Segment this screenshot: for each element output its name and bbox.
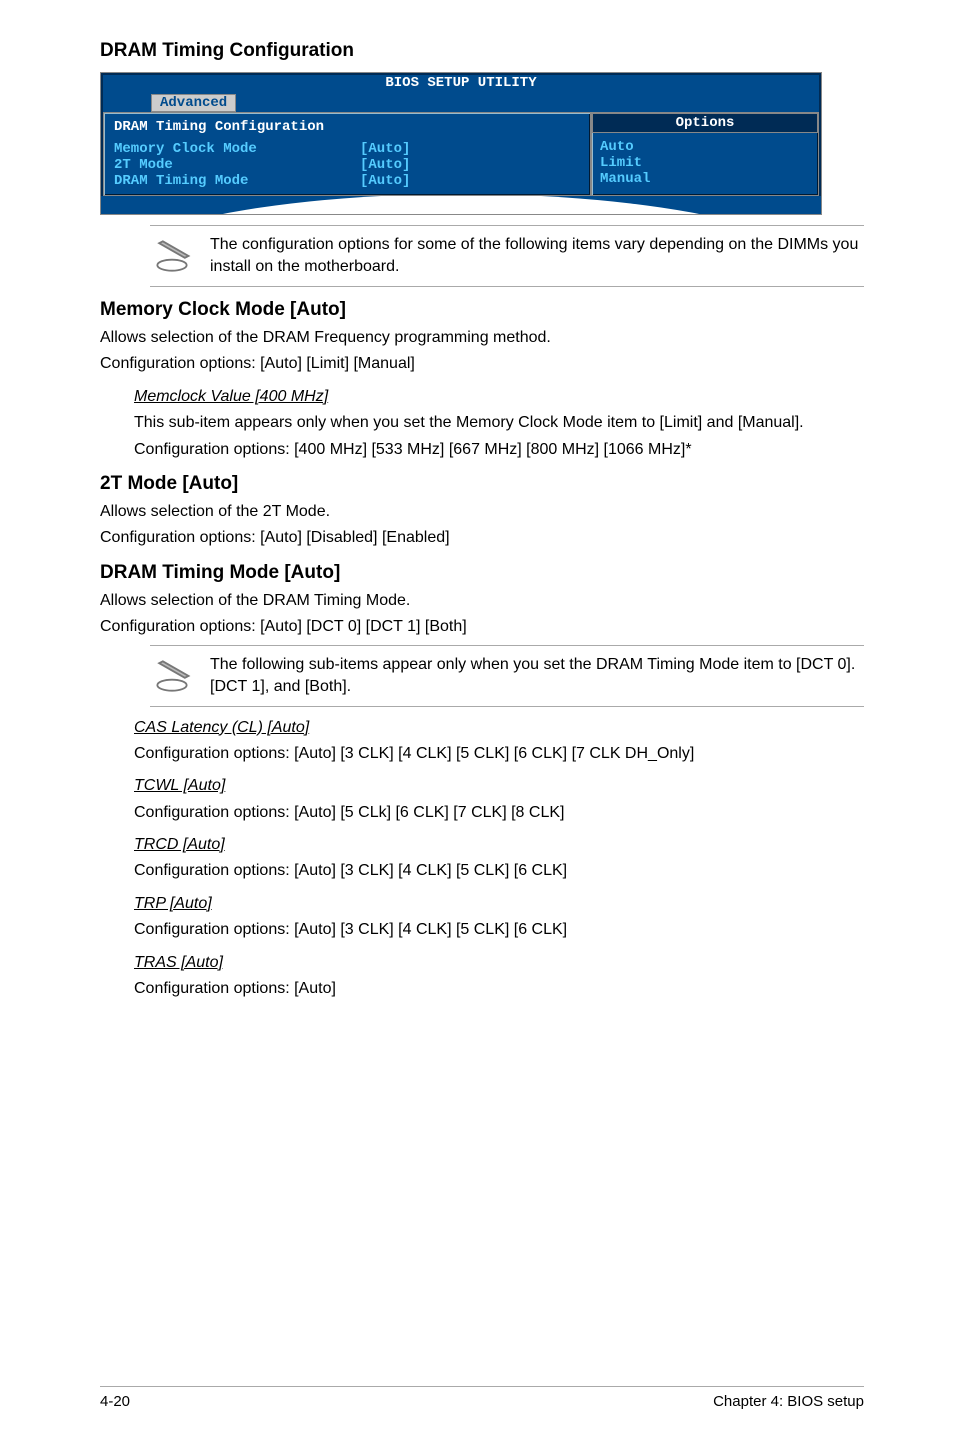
note-text: The following sub-items appear only when… [210, 654, 864, 697]
heading-2t-mode: 2T Mode [Auto] [100, 473, 864, 495]
body-text: Configuration options: [Auto] [134, 978, 864, 1000]
bios-tab-advanced: Advanced [151, 94, 236, 112]
bios-options-title: Options [592, 113, 818, 133]
body-text: This sub-item appears only when you set … [134, 412, 864, 434]
bios-screenshot: BIOS SETUP UTILITY Advanced DRAM Timing … [100, 72, 822, 215]
bios-option: Limit [600, 155, 810, 171]
bios-item: DRAM Timing Mode [Auto] [114, 173, 580, 189]
bios-title: BIOS SETUP UTILITY [101, 73, 821, 93]
bios-tab-row: Advanced [101, 93, 821, 112]
body-text: Configuration options: [Auto] [Disabled]… [100, 527, 864, 549]
body-text: Configuration options: [400 MHz] [533 MH… [134, 439, 864, 461]
bios-item: 2T Mode [Auto] [114, 157, 580, 173]
page-title: DRAM Timing Configuration [100, 40, 864, 62]
bios-option: Manual [600, 171, 810, 187]
bios-item: Memory Clock Mode [Auto] [114, 141, 580, 157]
bios-item-label: Memory Clock Mode [114, 141, 257, 157]
body-text: Allows selection of the DRAM Timing Mode… [100, 590, 864, 612]
bios-option: Auto [600, 139, 810, 155]
bios-panel-title: DRAM Timing Configuration [114, 119, 580, 135]
chapter-label: Chapter 4: BIOS setup [713, 1393, 864, 1410]
note-text-content: The configuration options for some of th… [210, 236, 858, 275]
note-text: The configuration options for some of th… [210, 234, 864, 277]
subitem-title: TCWL [Auto] [134, 777, 225, 794]
subitem-title: TRCD [Auto] [134, 836, 225, 853]
body-text: Configuration options: [Auto] [3 CLK] [4… [134, 743, 864, 765]
pencil-note-icon [150, 654, 194, 698]
body-text: Configuration options: [Auto] [Limit] [M… [100, 353, 864, 375]
bios-item-label: 2T Mode [114, 157, 173, 173]
body-text: Configuration options: [Auto] [5 CLk] [6… [134, 802, 864, 824]
body-text: Allows selection of the DRAM Frequency p… [100, 327, 864, 349]
pencil-note-icon [150, 234, 194, 278]
bios-right-panel: Options Auto Limit Manual [591, 112, 819, 196]
bios-item-value: [Auto] [360, 173, 580, 189]
bios-item-value: [Auto] [360, 157, 580, 173]
body-text: Configuration options: [Auto] [3 CLK] [4… [134, 919, 864, 941]
body-text: Configuration options: [Auto] [3 CLK] [4… [134, 860, 864, 882]
page-footer: 4-20 Chapter 4: BIOS setup [100, 1386, 864, 1410]
subitem-title: TRAS [Auto] [134, 954, 223, 971]
body-text: Allows selection of the 2T Mode. [100, 501, 864, 523]
note-box: The configuration options for some of th… [150, 225, 864, 287]
body-text: Configuration options: [Auto] [DCT 0] [D… [100, 616, 864, 638]
bios-item-label: DRAM Timing Mode [114, 173, 248, 189]
note-box: The following sub-items appear only when… [150, 645, 864, 707]
bios-left-panel: DRAM Timing Configuration Memory Clock M… [103, 112, 591, 196]
heading-memory-clock-mode: Memory Clock Mode [Auto] [100, 299, 864, 321]
subitem-title: CAS Latency (CL) [Auto] [134, 719, 309, 736]
subitem-title: TRP [Auto] [134, 895, 212, 912]
subitem-title: Memclock Value [400 MHz] [134, 388, 328, 405]
bios-curve-decoration [101, 196, 821, 214]
page-number: 4-20 [100, 1393, 130, 1410]
bios-item-value: [Auto] [360, 141, 580, 157]
heading-dram-timing-mode: DRAM Timing Mode [Auto] [100, 562, 864, 584]
